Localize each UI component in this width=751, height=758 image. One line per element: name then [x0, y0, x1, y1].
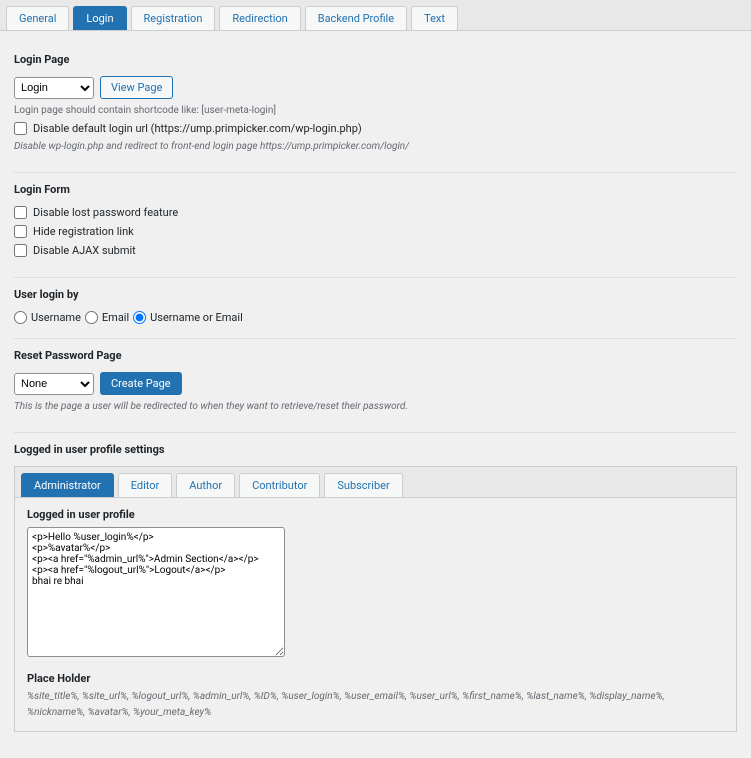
login-by-email-radio[interactable] — [85, 311, 98, 324]
login-by-both-label: Username or Email — [150, 311, 243, 324]
tab-login[interactable]: Login — [73, 6, 126, 30]
section-user-login-by: User login by Username Email Username or… — [14, 278, 737, 339]
placeholder-label: Place Holder — [27, 672, 724, 685]
role-tab-subscriber[interactable]: Subscriber — [324, 473, 402, 497]
login-by-username-radio[interactable] — [14, 311, 27, 324]
reset-password-desc: This is the page a user will be redirect… — [14, 401, 737, 412]
logged-in-profile-label: Logged in user profile — [27, 508, 724, 521]
login-form-heading: Login Form — [14, 183, 737, 196]
role-tab-administrator[interactable]: Administrator — [21, 473, 114, 497]
disable-default-login-checkbox[interactable] — [14, 122, 27, 135]
role-tabs: Administrator Editor Author Contributor … — [14, 466, 737, 497]
hide-registration-checkbox[interactable] — [14, 225, 27, 238]
login-by-email-label: Email — [102, 311, 129, 324]
placeholder-list: %site_title%, %site_url%, %logout_url%, … — [27, 689, 724, 721]
profile-template-textarea[interactable] — [27, 527, 285, 657]
role-tab-author[interactable]: Author — [176, 473, 235, 497]
disable-lost-password-checkbox[interactable] — [14, 206, 27, 219]
disable-default-login-label: Disable default login url (https://ump.p… — [33, 122, 362, 135]
tab-text[interactable]: Text — [411, 6, 458, 30]
section-profile-settings: Logged in user profile settings Administ… — [14, 433, 737, 746]
tab-redirection[interactable]: Redirection — [219, 6, 300, 30]
login-by-username-label: Username — [31, 311, 81, 324]
tab-general[interactable]: General — [6, 6, 69, 30]
role-tab-editor[interactable]: Editor — [118, 473, 173, 497]
login-page-heading: Login Page — [14, 53, 737, 66]
user-login-by-heading: User login by — [14, 288, 737, 301]
tab-backend-profile[interactable]: Backend Profile — [305, 6, 407, 30]
tab-registration[interactable]: Registration — [131, 6, 216, 30]
settings-tabs: General Login Registration Redirection B… — [0, 0, 751, 31]
disable-lost-password-label: Disable lost password feature — [33, 206, 178, 219]
reset-password-heading: Reset Password Page — [14, 349, 737, 362]
login-page-hint: Login page should contain shortcode like… — [14, 105, 737, 116]
view-page-button[interactable]: View Page — [100, 76, 173, 99]
section-login-page: Login Page Login View Page Login page sh… — [14, 43, 737, 173]
reset-password-select[interactable]: None — [14, 373, 94, 395]
section-login-form: Login Form Disable lost password feature… — [14, 173, 737, 278]
login-page-select[interactable]: Login — [14, 77, 94, 99]
section-reset-password: Reset Password Page None Create Page Thi… — [14, 339, 737, 433]
disable-ajax-checkbox[interactable] — [14, 244, 27, 257]
disable-ajax-label: Disable AJAX submit — [33, 244, 136, 257]
role-tab-contributor[interactable]: Contributor — [239, 473, 320, 497]
disable-default-login-desc: Disable wp-login.php and redirect to fro… — [14, 141, 737, 152]
create-page-button[interactable]: Create Page — [100, 372, 182, 395]
login-by-both-radio[interactable] — [133, 311, 146, 324]
profile-settings-heading: Logged in user profile settings — [14, 443, 737, 456]
hide-registration-label: Hide registration link — [33, 225, 134, 238]
